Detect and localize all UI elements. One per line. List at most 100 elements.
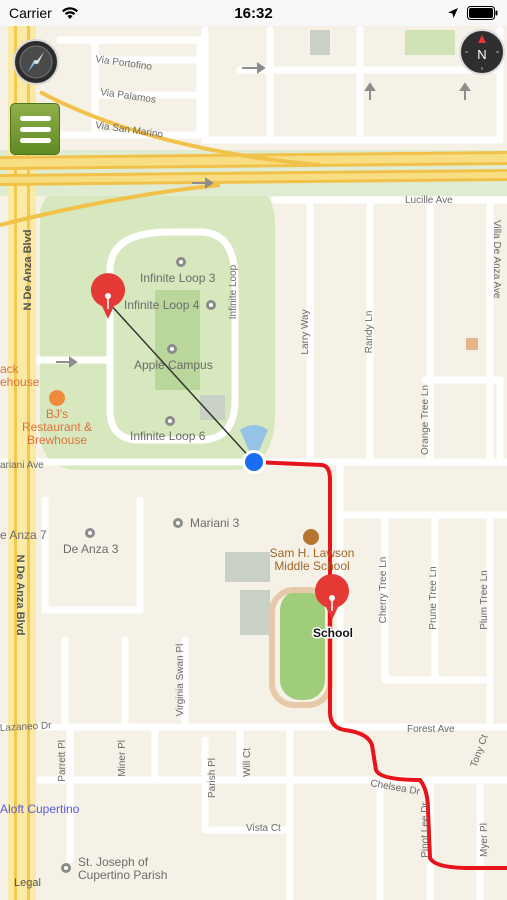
street-myer: Myer Pl bbox=[479, 823, 490, 857]
svg-text:Will Ct: Will Ct bbox=[242, 748, 253, 777]
svg-text:Infinite Loop 3: Infinite Loop 3 bbox=[140, 271, 216, 285]
svg-text:Cupertino Parish: Cupertino Parish bbox=[78, 868, 167, 882]
poi-deanza7: e Anza 7 bbox=[0, 528, 47, 542]
poi-aloft: Aloft Cupertino bbox=[0, 802, 80, 816]
svg-text:ariani Ave: ariani Ave bbox=[0, 460, 44, 471]
svg-text:Parish Pl: Parish Pl bbox=[207, 758, 218, 798]
building-top bbox=[310, 30, 330, 55]
poi-lawson-1: Sam H. Lawson bbox=[270, 546, 355, 560]
poi-deanza3: De Anza 3 bbox=[63, 542, 119, 556]
svg-text:Villa De Anza Ave: Villa De Anza Ave bbox=[491, 220, 502, 299]
svg-text:Mariani 3: Mariani 3 bbox=[190, 516, 240, 530]
street-will-ct: Will Ct bbox=[242, 748, 253, 777]
svg-text:Brewhouse: Brewhouse bbox=[27, 433, 87, 447]
park-area bbox=[405, 30, 455, 55]
svg-text:De Anza 3: De Anza 3 bbox=[63, 542, 119, 556]
svg-text:Prune Tree Ln: Prune Tree Ln bbox=[428, 566, 439, 629]
street-virginia-swan: Virginia Swan Pl bbox=[175, 644, 186, 717]
street-cherry-tree: Cherry Tree Ln bbox=[378, 557, 389, 624]
svg-text:ehouse: ehouse bbox=[0, 375, 40, 389]
poi-mariani3: Mariani 3 bbox=[190, 516, 240, 530]
svg-text:Cherry Tree Ln: Cherry Tree Ln bbox=[378, 557, 389, 624]
school-building bbox=[225, 552, 270, 582]
svg-text:N De Anza Blvd: N De Anza Blvd bbox=[22, 230, 34, 311]
svg-text:Sam H. Lawson: Sam H. Lawson bbox=[270, 546, 355, 560]
poi-loop6: Infinite Loop 6 bbox=[130, 429, 206, 443]
svg-text:e Anza 7: e Anza 7 bbox=[0, 528, 47, 542]
restaurant-icon bbox=[49, 390, 65, 406]
poi-st-joseph-1: St. Joseph of bbox=[78, 855, 149, 869]
street-de-anza-bottom: N De Anza Blvd bbox=[14, 555, 26, 636]
map-view[interactable]: Via Portofino Via Palamos Via San Marino… bbox=[0, 26, 507, 900]
svg-text:Middle School: Middle School bbox=[274, 559, 349, 573]
svg-text:Randy Ln: Randy Ln bbox=[364, 311, 375, 354]
list-menu-icon bbox=[20, 116, 51, 121]
svg-text:Restaurant &: Restaurant & bbox=[22, 420, 92, 434]
north-compass-button[interactable]: N bbox=[459, 29, 505, 75]
legal-link[interactable]: Legal bbox=[14, 877, 41, 889]
svg-text:N: N bbox=[477, 47, 486, 62]
status-bar: Carrier 16:32 bbox=[0, 0, 507, 26]
svg-text:Larry Way: Larry Way bbox=[300, 309, 311, 354]
street-larry-way: Larry Way bbox=[300, 309, 311, 354]
street-plum-tree: Plum Tree Ln bbox=[479, 570, 490, 629]
street-prune-tree: Prune Tree Ln bbox=[428, 566, 439, 629]
map-canvas: Via Portofino Via Palamos Via San Marino… bbox=[0, 26, 507, 900]
street-forest-ave: Forest Ave bbox=[407, 724, 455, 735]
svg-text:Infinite Loop 6: Infinite Loop 6 bbox=[130, 429, 206, 443]
compass-button[interactable] bbox=[13, 39, 59, 85]
street-miner: Miner Pl bbox=[117, 740, 128, 777]
svg-text:Infinite Loop: Infinite Loop bbox=[228, 264, 239, 319]
svg-text:St. Joseph of: St. Joseph of bbox=[78, 855, 149, 869]
poi-apple-campus: Apple Campus bbox=[134, 358, 213, 372]
svg-text:BJ's: BJ's bbox=[46, 407, 68, 421]
compass-north-letter: N bbox=[477, 47, 486, 62]
street-villa-de-anza: Villa De Anza Ave bbox=[491, 220, 502, 299]
street-orange-tree: Orange Tree Ln bbox=[420, 385, 431, 455]
svg-text:Miner Pl: Miner Pl bbox=[117, 740, 128, 777]
svg-text:Infinite Loop 4: Infinite Loop 4 bbox=[124, 298, 200, 312]
battery-icon bbox=[467, 6, 498, 20]
menu-button[interactable] bbox=[10, 103, 60, 155]
svg-text:Virginia Swan Pl: Virginia Swan Pl bbox=[175, 644, 186, 717]
poi-jack-2: ehouse bbox=[0, 375, 40, 389]
school-icon bbox=[303, 529, 319, 545]
street-randy-ln: Randy Ln bbox=[364, 311, 375, 354]
street-de-anza-top: N De Anza Blvd bbox=[22, 230, 34, 311]
school-building-2 bbox=[240, 590, 270, 635]
street-pinot-lee: Pinot Lee Dr bbox=[420, 802, 431, 858]
location-arrow-icon bbox=[448, 8, 458, 18]
poi-bjs-1: BJ's bbox=[46, 407, 68, 421]
school-field bbox=[280, 590, 325, 700]
svg-text:Parrett Pl: Parrett Pl bbox=[57, 740, 68, 782]
svg-text:Myer Pl: Myer Pl bbox=[479, 823, 490, 857]
svg-text:ack: ack bbox=[0, 362, 20, 376]
svg-text:Pinot Lee Dr: Pinot Lee Dr bbox=[420, 802, 431, 858]
clock: 16:32 bbox=[234, 5, 273, 22]
svg-text:Orange Tree Ln: Orange Tree Ln bbox=[420, 385, 431, 455]
street-parish: Parish Pl bbox=[207, 758, 218, 798]
north-arrow-icon: N bbox=[465, 35, 499, 70]
poi-lawson-2: Middle School bbox=[274, 559, 349, 573]
svg-text:N De Anza Blvd: N De Anza Blvd bbox=[14, 555, 26, 636]
poi-bjs-2: Restaurant & bbox=[22, 420, 92, 434]
poi-bjs-3: Brewhouse bbox=[27, 433, 87, 447]
poi-jack-1: ack bbox=[0, 362, 20, 376]
svg-text:Forest Ave: Forest Ave bbox=[407, 724, 455, 735]
street-vista-ct: Vista Ct bbox=[246, 823, 281, 834]
street-infinite-loop: Infinite Loop bbox=[228, 264, 239, 319]
svg-text:Aloft Cupertino: Aloft Cupertino bbox=[0, 802, 80, 816]
poi-st-joseph-2: Cupertino Parish bbox=[78, 868, 167, 882]
pin-school-label: School bbox=[313, 626, 353, 640]
svg-text:Lucille Ave: Lucille Ave bbox=[405, 195, 453, 206]
street-mariani-ave: ariani Ave bbox=[0, 460, 44, 471]
compass-icon bbox=[19, 45, 53, 79]
svg-text:School: School bbox=[313, 626, 353, 640]
svg-text:Legal: Legal bbox=[14, 877, 41, 889]
svg-text:Apple Campus: Apple Campus bbox=[134, 358, 213, 372]
poi-loop4: Infinite Loop 4 bbox=[124, 298, 200, 312]
svg-text:Vista Ct: Vista Ct bbox=[246, 823, 281, 834]
parking-icon bbox=[466, 338, 478, 350]
poi-loop3: Infinite Loop 3 bbox=[140, 271, 216, 285]
street-lucille-ave: Lucille Ave bbox=[405, 195, 453, 206]
